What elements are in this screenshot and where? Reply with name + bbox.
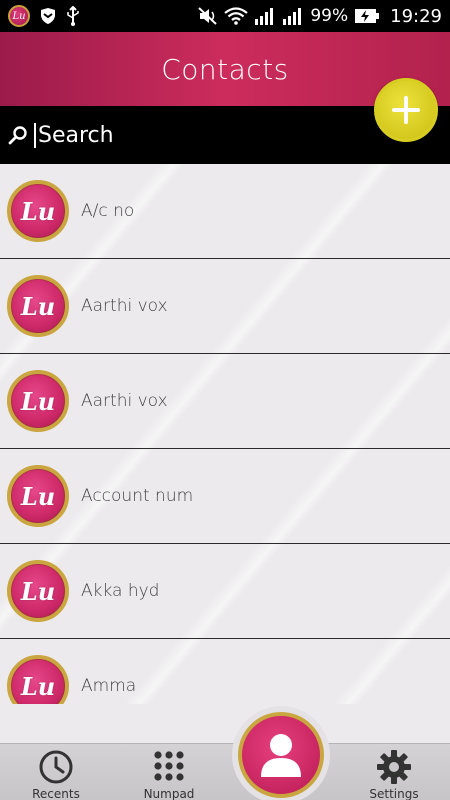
avatar-logo-text: Lu [20, 576, 56, 606]
avatar: Lu [7, 275, 69, 337]
plus-icon [392, 96, 420, 124]
clock: 19:29 [390, 5, 442, 27]
nav-numpad-label: Numpad [143, 787, 195, 800]
avatar-logo-text: Lu [20, 481, 56, 511]
avatar: Lu [7, 180, 69, 242]
avatar-logo-text: Lu [20, 196, 56, 226]
add-contact-button[interactable] [374, 78, 438, 142]
dialpad-icon [154, 751, 184, 781]
nav-recents-label: Recents [32, 787, 80, 800]
contact-list[interactable]: Lu A/c no Lu Aarthi vox Lu Aarthi vox Lu… [0, 164, 450, 704]
person-icon [261, 734, 301, 777]
contact-row[interactable]: Lu Aarthi vox [0, 354, 450, 449]
status-bar: Lu 99% 19:29 [0, 0, 450, 32]
wifi-icon [224, 7, 249, 25]
shield-icon [41, 8, 55, 24]
bottom-nav: Recents Numpad Settings [0, 743, 450, 800]
nav-settings[interactable]: Settings [366, 749, 422, 800]
contact-name: Aarthi vox [81, 296, 168, 316]
avatar: Lu [7, 560, 69, 622]
battery-charging-icon [355, 9, 380, 23]
status-right: 99% 19:29 [198, 6, 442, 27]
contact-name: A/c no [81, 201, 135, 221]
contact-row[interactable]: Lu A/c no [0, 164, 450, 259]
avatar-logo-text: Lu [20, 291, 56, 321]
nav-contacts-button[interactable] [232, 706, 330, 800]
status-left: Lu [8, 5, 80, 27]
avatar: Lu [7, 370, 69, 432]
avatar-logo-text: Lu [20, 671, 56, 701]
page-title: Contacts [161, 52, 289, 86]
signal-icon [255, 8, 274, 25]
search-input[interactable] [34, 122, 354, 148]
search-icon [8, 126, 27, 145]
nav-settings-label: Settings [369, 787, 419, 800]
clock-icon [39, 750, 73, 784]
contacts-button-inner [238, 712, 324, 798]
contact-name: Aarthi vox [81, 391, 168, 411]
avatar: Lu [7, 655, 69, 704]
contact-row[interactable]: Lu Aarthi vox [0, 259, 450, 354]
contact-row[interactable]: Lu Amma [0, 639, 450, 704]
avatar: Lu [7, 465, 69, 527]
contact-name: Akka hyd [81, 581, 160, 601]
mute-icon [198, 7, 218, 25]
signal-icon-2 [283, 8, 302, 25]
battery-percent: 99% [310, 6, 349, 26]
contact-name: Account num [81, 486, 194, 506]
avatar-logo-text: Lu [20, 386, 56, 416]
contact-name: Amma [81, 676, 137, 696]
usb-icon [67, 6, 79, 26]
contact-row[interactable]: Lu Account num [0, 449, 450, 544]
nav-recents[interactable]: Recents [28, 749, 84, 800]
nav-numpad[interactable]: Numpad [140, 749, 198, 800]
app-notification-icon: Lu [8, 5, 30, 27]
gear-icon [377, 750, 411, 784]
contact-row[interactable]: Lu Akka hyd [0, 544, 450, 639]
